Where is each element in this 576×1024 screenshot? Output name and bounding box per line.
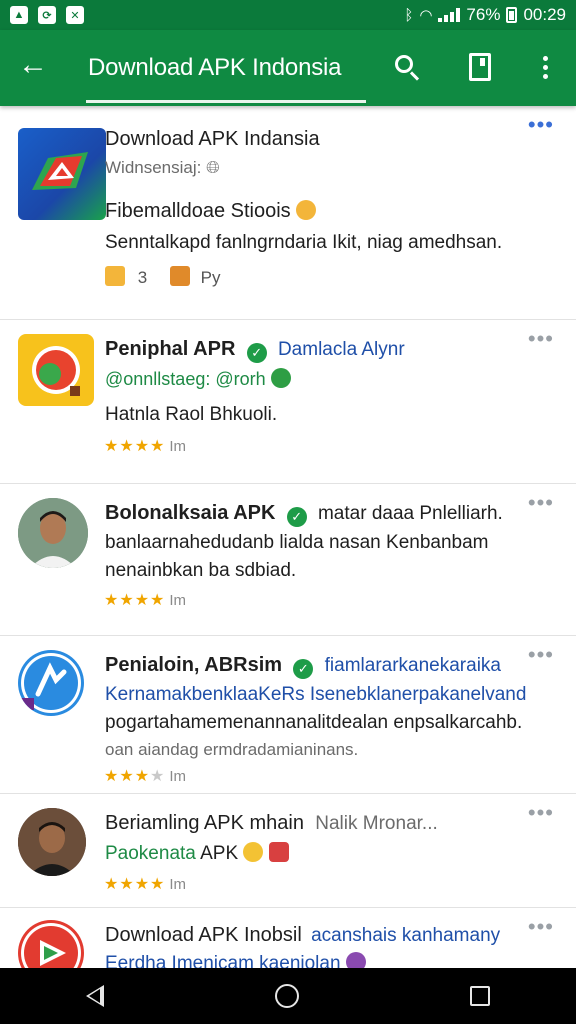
gift-emoji-icon — [268, 842, 289, 862]
rating-label: Im — [169, 876, 187, 893]
post-caption: matar daaa Pnlelliarh. — [317, 503, 503, 524]
post-body: Senntalkapd fanlngrndaria Ikit, niag ame… — [105, 232, 503, 253]
smile-emoji-icon — [243, 842, 264, 862]
post-body-line: KernamakbenklaaKeRs Isenebklanerpakanelv… — [105, 684, 527, 705]
verified-badge-icon: ✓ — [286, 507, 307, 527]
arrow-left-icon[interactable]: ← — [18, 50, 48, 80]
post-header-row: Penialoin, ABRsim ✓ fiamlararkanekaraika — [105, 654, 501, 679]
search-button[interactable] — [390, 50, 424, 84]
more-horiz-icon[interactable]: ••• — [528, 802, 554, 824]
nav-home-icon[interactable] — [274, 984, 299, 1008]
post-subline: Eerdha Imenicam kaeniolan — [105, 953, 341, 968]
star-rating: ★★★★ Im — [104, 768, 187, 785]
post-body: Hatnla Raol Bhkuoli. — [105, 404, 278, 425]
post-header-row: Bolonalksaia APK ✓ matar daaa Pnlelliarh… — [105, 502, 503, 527]
post-header-row: Beriamling APK mhain Nalik Mronar... — [105, 812, 438, 835]
status-bar: ▲ ⟳ ✕ ᛒ ◠ 76% 00:29 — [0, 0, 576, 30]
battery-percent: 76% — [466, 5, 501, 24]
notification-close-icon: ✕ — [66, 6, 84, 24]
post-subtitle: Widnsensiaj: — [105, 158, 202, 177]
star-rating: ★★★★ Im — [104, 592, 187, 609]
post-header-row: Peniphal APR ✓ Damlacla Alynr — [105, 338, 405, 363]
globe-icon: 🌐︎ — [206, 158, 220, 177]
signal-icon — [438, 8, 461, 22]
app-logo[interactable] — [18, 128, 106, 220]
post-card[interactable]: ••• Peniphal APR ✓ Damlacla Alynr @onnll… — [0, 320, 576, 484]
avatar[interactable] — [18, 808, 86, 876]
more-horiz-icon[interactable]: ••• — [528, 492, 554, 514]
like-emoji-icon[interactable] — [105, 266, 125, 286]
nav-back-icon[interactable] — [85, 985, 104, 1007]
overflow-menu-button[interactable] — [528, 50, 562, 84]
post-body-line: nenainbkan ba sdbiad. — [105, 560, 297, 581]
notification-sync-icon: ⟳ — [38, 6, 56, 24]
post-body-line: banlaarnahedudanb lialda nasan Kenbanbam — [105, 532, 489, 553]
star-rating: ★★★★ Im — [104, 876, 187, 893]
rating-label: Im — [169, 438, 187, 455]
more-horiz-icon[interactable]: ••• — [528, 916, 554, 938]
author-handle[interactable]: @onnllstaeg: @rorh — [105, 369, 266, 389]
post-body-line: pogartahamemenannanalitdealan enpsalkarc… — [105, 712, 523, 733]
post-subline-row: Eerdha Imenicam kaeniolan — [105, 952, 366, 968]
app-logo[interactable] — [18, 334, 94, 406]
clock: 00:29 — [523, 5, 566, 24]
post-card[interactable]: ••• Download APK Inobsil acanshais kanha… — [0, 908, 576, 968]
post-header-row: Download APK Inobsil acanshais kanhamany — [105, 924, 500, 947]
verified-badge-icon: ✓ — [293, 659, 314, 679]
post-caption[interactable]: fiamlararkanekaraika — [325, 655, 501, 676]
handle-row: @onnllstaeg: @rorh — [105, 368, 291, 390]
battery-icon — [506, 7, 518, 23]
post-headline: Fibemalldoae Stioois — [105, 200, 291, 222]
bookmark-button[interactable] — [463, 50, 497, 84]
rating-label: Im — [169, 768, 187, 785]
reaction-label: Py — [200, 268, 221, 287]
post-card[interactable]: ••• Download APK Indansia Widnsensiaj: 🌐… — [0, 106, 576, 320]
author-name[interactable]: Beriamling APK mhain — [105, 812, 304, 834]
verified-badge-icon: ✓ — [246, 343, 267, 363]
more-horiz-icon[interactable]: ••• — [528, 114, 554, 136]
reaction-count: 3 — [137, 268, 148, 287]
post-feed[interactable]: ••• Download APK Indansia Widnsensiaj: 🌐… — [0, 106, 576, 968]
bookmark-icon — [469, 53, 491, 81]
emoji-icon — [345, 952, 366, 968]
green-emoji-icon — [270, 368, 291, 388]
search-icon — [395, 55, 413, 73]
hand-emoji-icon — [296, 200, 317, 220]
more-horiz-icon[interactable]: ••• — [528, 328, 554, 350]
app-logo[interactable] — [18, 920, 84, 968]
rating-label: Im — [169, 592, 187, 609]
more-horiz-icon[interactable]: ••• — [528, 644, 554, 666]
page-title: Download APK Indonsia — [88, 54, 342, 81]
nav-recents-icon[interactable] — [470, 986, 491, 1006]
post-subline-green[interactable]: Paokenata — [105, 843, 196, 864]
avatar[interactable] — [18, 498, 88, 568]
app-logo[interactable] — [18, 650, 84, 716]
post-subline-rest: APK — [200, 843, 239, 864]
post-caption: acanshais kanhamany — [311, 925, 501, 946]
post-subline-row: Paokenata APK — [105, 842, 289, 865]
reaction-emoji-icon[interactable] — [169, 266, 190, 286]
post-caption: Nalik Mronar... — [315, 813, 438, 834]
post-card[interactable]: ••• Beriamling APK mhain Nalik Mronar...… — [0, 794, 576, 908]
post-headline-row: Fibemalldoae Stioois — [105, 200, 317, 223]
post-card[interactable]: ••• Penialoin, ABRsim ✓ fiamlararkanekar… — [0, 636, 576, 794]
author-name[interactable]: Bolonalksaia APK — [105, 502, 275, 524]
more-vert-icon — [542, 55, 548, 79]
title-underline — [86, 100, 366, 103]
post-body-line: oan aiandag ermdradamianinans. — [105, 740, 359, 759]
system-nav-bar — [0, 968, 576, 1024]
author-name[interactable]: Peniphal APR — [105, 338, 235, 360]
post-subtitle-row: Widnsensiaj: 🌐︎ — [105, 158, 220, 178]
author-name[interactable]: Penialoin, ABRsim — [105, 654, 282, 676]
author-name[interactable]: Download APK Inobsil — [105, 924, 302, 946]
app-bar: ← Download APK Indonsia — [0, 30, 576, 106]
wifi-icon: ◠ — [419, 7, 433, 24]
star-rating: ★★★★ Im — [104, 438, 187, 455]
notification-app-icon: ▲ — [10, 6, 28, 24]
author-link[interactable]: Damlacla Alynr — [278, 339, 405, 360]
reaction-row: 3 Py — [105, 266, 221, 288]
post-card[interactable]: ••• Bolonalksaia APK ✓ matar daaa Pnlell… — [0, 484, 576, 636]
bluetooth-icon: ᛒ — [404, 6, 414, 24]
post-title[interactable]: Download APK Indansia — [105, 128, 320, 151]
